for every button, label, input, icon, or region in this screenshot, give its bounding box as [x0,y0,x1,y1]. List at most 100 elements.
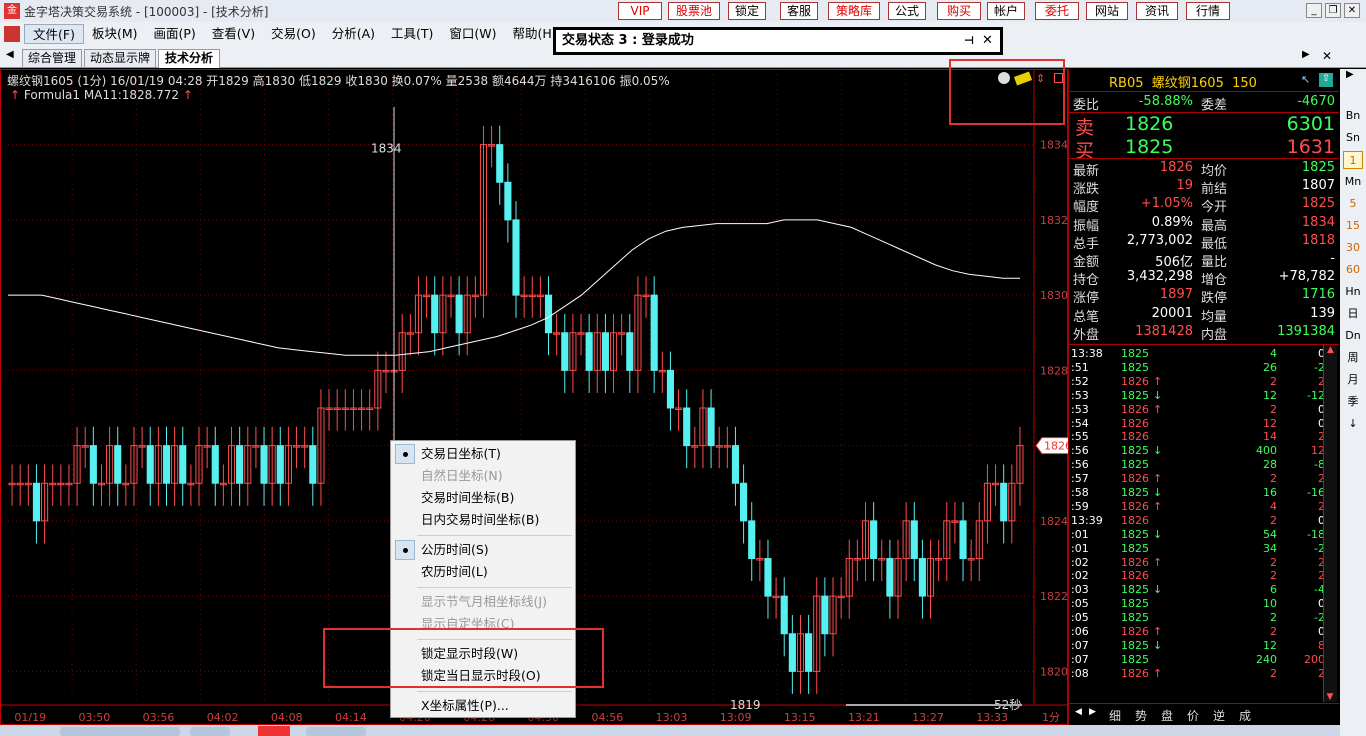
stat-label: 均价 [1201,164,1228,179]
top-button-4[interactable]: 策略库 [828,2,880,20]
quote-row: 最新 1826 均价 1825 [1071,160,1339,179]
tick-time: :01 [1071,527,1089,541]
menu-item-4[interactable]: 交易(O) [263,24,324,44]
minimize-icon[interactable]: _ [1306,3,1322,18]
switch-icon[interactable]: ⇧ [1319,73,1333,87]
context-menu-item[interactable]: 日内交易时间坐标(B) [421,510,539,530]
scroll-up-icon[interactable]: ▲ [1324,345,1337,355]
tick-volume: 2 [1270,625,1277,638]
window-title: 金字塔决策交易系统 - [100003] - [技术分析] [24,4,269,19]
candle-body [179,445,187,484]
tick-price: 1826 [1121,555,1149,569]
menu-item-2[interactable]: 画面(P) [146,24,204,44]
top-button-5[interactable]: 公式 [888,2,926,20]
collapse-icon[interactable]: ▶ [1346,69,1354,80]
top-button-9[interactable]: 网站 [1086,2,1128,20]
context-menu-item[interactable]: 交易时间坐标(B) [421,488,514,508]
quote-tab-3[interactable]: 价 [1187,707,1199,724]
quote-tab-4[interactable]: 逆 [1213,707,1225,724]
quote-tab-5[interactable]: 成 [1239,707,1251,724]
scroll-down-icon[interactable]: ▼ [1324,692,1336,702]
quote-tab-1[interactable]: 势 [1135,707,1147,724]
menu-item-0[interactable]: 文件(F) [24,24,84,44]
tick-time: :01 [1071,541,1089,555]
quote-tab-2[interactable]: 盘 [1161,707,1173,724]
context-menu-item[interactable]: 交易日坐标(T) [421,444,501,464]
stat-label: 涨跌 [1073,182,1100,198]
stat-value: 506亿 [1155,255,1193,270]
tick-time: :56 [1071,458,1089,472]
stat-value: 19 [1176,178,1193,194]
menu-item-3[interactable]: 查看(V) [204,24,263,44]
period-button-14[interactable]: ↓ [1343,415,1363,433]
tab-close-icon[interactable]: ✕ [1322,49,1332,63]
x-tick-label: 13:27 [912,711,944,724]
top-button-2[interactable]: 锁定 [728,2,766,20]
taskbar-button[interactable] [306,727,366,736]
tick-list[interactable]: 13:38 1825 4 0:51 1825 26 -2:52 1826 ↑ 2 2:53 1825 ↓… [1069,345,1325,702]
cursor-icon[interactable]: ↖ [1301,73,1315,87]
tick-row: :52 1826 ↑ 2 2 [1069,375,1325,389]
tick-scrollbar[interactable]: ▲ ▼ [1323,345,1337,702]
tab-left-icon[interactable]: ◀ [1075,707,1082,717]
top-button-3[interactable]: 客服 [780,2,818,20]
tick-time: :02 [1071,569,1089,583]
context-menu-item[interactable]: X坐标属性(P)... [421,696,509,716]
top-button-8[interactable]: 委托 [1035,2,1079,20]
quote-row: 总笔 20001 均量 139 [1071,306,1339,325]
taskbar-button[interactable] [190,727,230,736]
tick-time: :08 [1071,666,1089,680]
menu-item-6[interactable]: 工具(T) [383,24,441,44]
top-button-0[interactable]: VIP [618,2,662,20]
context-menu-item[interactable]: 公历时间(S) [421,540,489,560]
top-button-10[interactable]: 资讯 [1136,2,1178,20]
stat-value: 1897 [1159,287,1193,303]
period-button-12[interactable]: 月 [1343,371,1363,389]
period-button-4[interactable]: 5 [1343,195,1363,213]
menu-item-7[interactable]: 窗口(W) [441,24,504,44]
stat-label: 最高 [1201,218,1228,234]
taskbar-button[interactable] [60,727,180,736]
tick-price: 1825 [1121,541,1149,555]
restore-icon[interactable]: ❐ [1325,3,1341,18]
tab-scroll-right-icon[interactable]: ▶ [1302,49,1310,60]
tick-direction-icon: ↑ [1153,402,1163,416]
candle-body [260,445,268,484]
tick-row: :07 1825 ↓ 12 8 [1069,639,1325,653]
menu-item-1[interactable]: 板块(M) [84,24,146,44]
top-button-6[interactable]: 购买 [937,2,981,20]
period-button-7[interactable]: 60 [1343,261,1363,279]
candle-body [601,332,609,371]
tab-dynamic-board[interactable]: 动态显示牌 [84,49,156,68]
top-button-7[interactable]: 帐户 [987,2,1025,20]
period-button-6[interactable]: 30 [1343,239,1363,257]
close-icon[interactable]: ✕ [1344,3,1360,18]
close-icon[interactable]: ✕ [982,30,993,52]
tab-integrated[interactable]: 综合管理 [22,49,82,68]
context-menu-item[interactable]: 农历时间(L) [421,562,488,582]
tab-technical-analysis[interactable]: 技术分析 [158,49,220,68]
tab-scroll-left-icon[interactable]: ◀ [6,49,14,60]
period-button-11[interactable]: 周 [1343,349,1363,367]
period-button-13[interactable]: 季 [1343,393,1363,411]
period-button-3[interactable]: Mn [1343,173,1363,191]
tick-volume: 2 [1270,555,1277,569]
period-button-9[interactable]: 日 [1343,305,1363,323]
taskbar-app-icon[interactable] [258,726,290,736]
period-button-10[interactable]: Dn [1343,327,1363,345]
period-button-0[interactable]: Bn [1343,107,1363,125]
pin-icon[interactable]: ⊣ [964,30,974,52]
top-button-1[interactable]: 股票池 [668,2,720,20]
tab-right-icon[interactable]: ▶ [1089,707,1096,717]
period-button-1[interactable]: Sn [1343,129,1363,147]
top-button-11[interactable]: 行情 [1186,2,1230,20]
candle-body [805,633,813,672]
tick-time: :54 [1071,416,1089,430]
menu-item-5[interactable]: 分析(A) [324,24,383,44]
quote-tab-0[interactable]: 细 [1109,707,1121,724]
quote-bottom-tabs: ◀ ▶ 细势盘价逆成 [1069,703,1339,725]
tick-price: 1825 [1121,597,1149,611]
period-button-2[interactable]: 1 [1343,151,1363,169]
period-button-5[interactable]: 15 [1343,217,1363,235]
period-button-8[interactable]: Hn [1343,283,1363,301]
